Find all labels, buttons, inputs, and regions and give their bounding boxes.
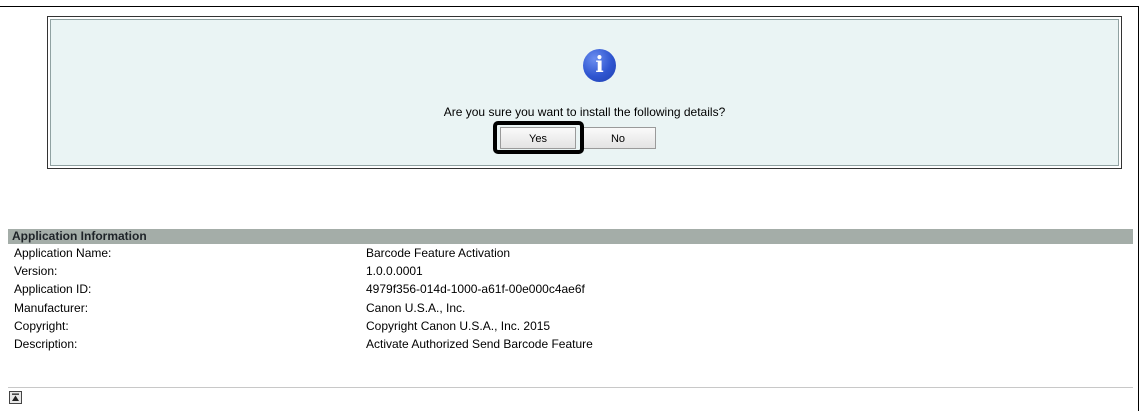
row-value: 4979f356-014d-1000-a61f-00e000c4ae6f	[366, 282, 585, 297]
row-value: Canon U.S.A., Inc.	[366, 300, 466, 315]
row-label: Application Name:	[14, 246, 112, 260]
row-value: Copyright Canon U.S.A., Inc. 2015	[366, 318, 551, 333]
row-label: Application ID:	[14, 282, 92, 297]
row-value: Barcode Feature Activation	[366, 246, 511, 260]
row-label: Copyright:	[14, 318, 69, 333]
confirmation-question: Are you sure you want to install the fol…	[443, 105, 726, 119]
info-row-manufacturer: Manufacturer: Canon U.S.A., Inc.	[8, 299, 1133, 317]
confirmation-dialog: i Are you sure you want to install the f…	[47, 16, 1122, 169]
info-icon: i	[583, 49, 616, 82]
row-label: Description:	[14, 336, 78, 351]
button-row: Yes No	[51, 121, 1118, 154]
application-information-section: Application Information Application Name…	[8, 229, 1133, 353]
scroll-to-top-icon[interactable]	[9, 391, 22, 404]
row-label: Manufacturer:	[14, 300, 89, 315]
no-button[interactable]: No	[580, 127, 656, 149]
footer-divider	[8, 387, 1133, 388]
section-header: Application Information	[8, 229, 1133, 244]
row-label: Version:	[14, 264, 58, 279]
info-row-version: Version: 1.0.0.0001	[8, 262, 1133, 280]
info-row-application-name: Application Name: Barcode Feature Activa…	[8, 244, 1133, 262]
info-row-description: Description: Activate Authorized Send Ba…	[8, 335, 1133, 353]
info-row-application-id: Application ID: 4979f356-014d-1000-a61f-…	[8, 280, 1133, 298]
arrow-up-bar-icon	[12, 393, 19, 401]
info-row-copyright: Copyright: Copyright Canon U.S.A., Inc. …	[8, 317, 1133, 335]
yes-button[interactable]: Yes	[500, 127, 576, 149]
confirmation-panel: i Are you sure you want to install the f…	[50, 19, 1119, 166]
row-value: Activate Authorized Send Barcode Feature	[366, 336, 593, 351]
row-value: 1.0.0.0001	[366, 264, 423, 279]
